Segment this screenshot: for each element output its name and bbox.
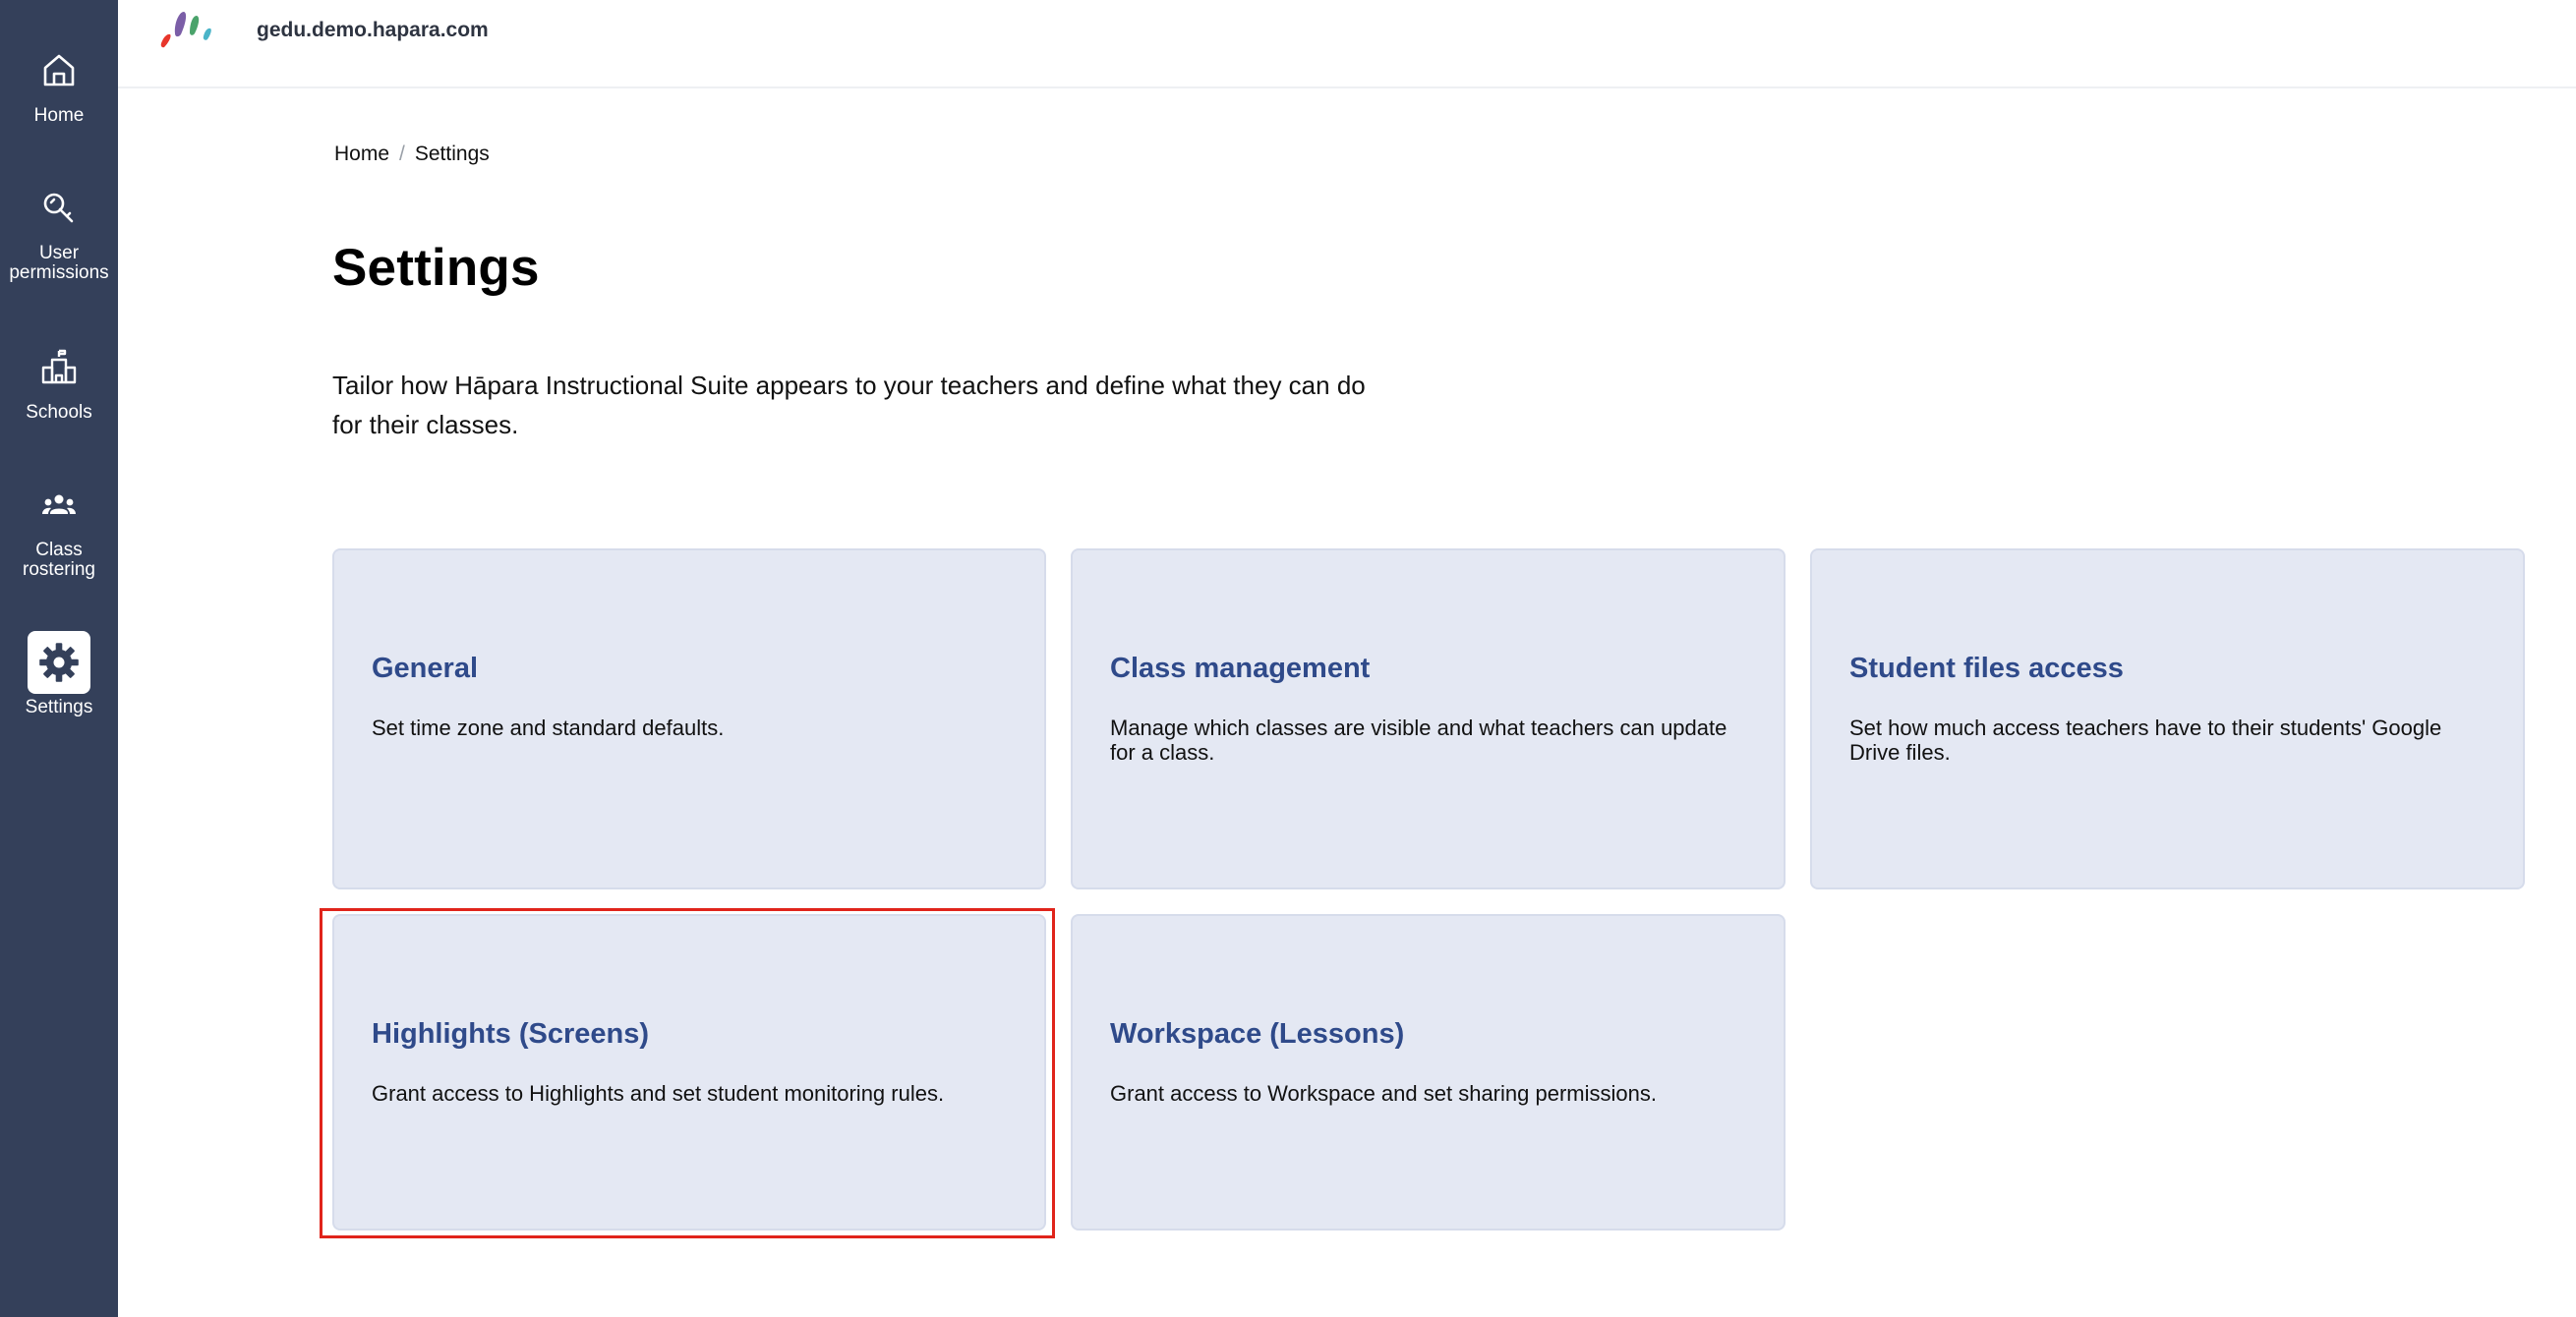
sidebar-item-user-permissions[interactable]: User permissions <box>0 177 118 283</box>
breadcrumb-separator: / <box>399 143 405 165</box>
school-icon <box>28 336 90 399</box>
settings-card-workspace[interactable]: Workspace (Lessons) Grant access to Work… <box>1071 914 1786 1231</box>
sidebar-item-class-rostering[interactable]: Class rostering <box>0 474 118 580</box>
card-description: Set time zone and standard defaults. <box>372 716 725 740</box>
page-title: Settings <box>332 239 540 297</box>
gear-icon <box>28 631 90 694</box>
settings-card-class-management[interactable]: Class management Manage which classes ar… <box>1071 548 1786 889</box>
key-icon <box>28 177 90 240</box>
sidebar-item-label: Home <box>33 105 85 126</box>
settings-card-highlights[interactable]: Highlights (Screens) Grant access to Hig… <box>332 914 1046 1231</box>
sidebar-item-settings[interactable]: Settings <box>0 631 118 717</box>
sidebar-item-label: Class rostering <box>23 540 95 580</box>
card-description: Manage which classes are visible and wha… <box>1110 716 1727 765</box>
top-header: gedu.demo.hapara.com <box>118 0 2576 88</box>
card-title: Student files access <box>1849 653 2124 684</box>
sidebar-item-schools[interactable]: Schools <box>0 336 118 423</box>
breadcrumb-home-link[interactable]: Home <box>334 143 389 166</box>
card-title: Class management <box>1110 653 1371 684</box>
card-description: Grant access to Highlights and set stude… <box>372 1081 945 1106</box>
card-description: Grant access to Workspace and set sharin… <box>1110 1081 1657 1106</box>
users-icon <box>28 474 90 537</box>
sidebar: Home User permissions Schools Class rost… <box>0 0 118 1317</box>
sidebar-item-label: Schools <box>26 402 92 423</box>
page-description: Tailor how Hāpara Instructional Suite ap… <box>332 371 1366 439</box>
card-title: General <box>372 653 478 684</box>
card-title: Highlights (Screens) <box>372 1018 649 1050</box>
sidebar-item-label: User permissions <box>9 243 109 283</box>
card-title: Workspace (Lessons) <box>1110 1018 1405 1050</box>
sidebar-item-home[interactable]: Home <box>0 39 118 126</box>
breadcrumb: Home / Settings <box>334 143 490 166</box>
hapara-logo[interactable] <box>153 4 232 51</box>
card-description: Set how much access teachers have to the… <box>1849 716 2442 765</box>
settings-card-general[interactable]: General Set time zone and standard defau… <box>332 548 1046 889</box>
sidebar-item-label: Settings <box>25 697 93 717</box>
home-icon <box>28 39 90 102</box>
domain-name: gedu.demo.hapara.com <box>257 19 489 41</box>
breadcrumb-current: Settings <box>414 143 490 165</box>
settings-card-student-files-access[interactable]: Student files access Set how much access… <box>1810 548 2525 889</box>
